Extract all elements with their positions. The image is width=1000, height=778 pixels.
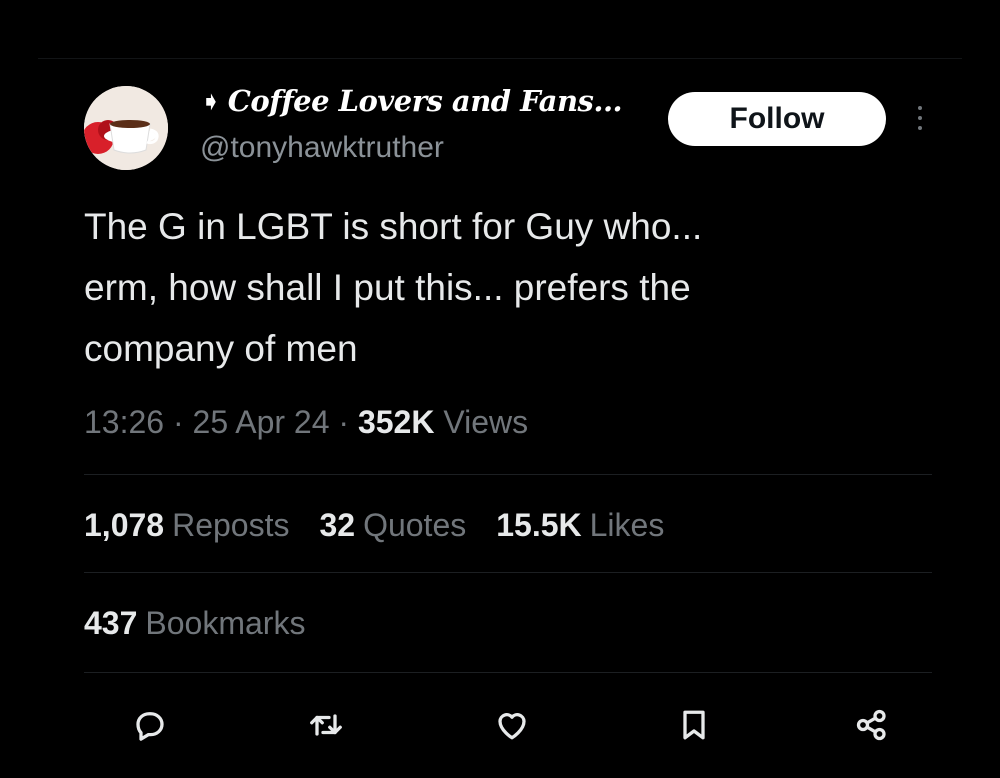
reply-icon[interactable] <box>128 703 172 747</box>
coffee-cup-icon <box>84 86 168 170</box>
avatar[interactable] <box>84 86 168 170</box>
views-count: 352K <box>357 404 435 440</box>
meta-separator: · <box>164 404 193 440</box>
tweet-text-line: company of men <box>84 328 358 369</box>
reposts-stat[interactable]: 1,078 Reposts <box>84 507 289 544</box>
engagement-stats: 1,078 Reposts 32 Quotes 15.5K Likes <box>84 507 694 544</box>
tag-arrow-icon: ➧ <box>200 86 222 116</box>
views-label: Views <box>443 404 529 440</box>
author-handle[interactable]: @tonyhawktruther <box>200 131 444 165</box>
bookmark-icon[interactable] <box>672 703 716 747</box>
divider <box>84 672 932 673</box>
divider <box>84 474 932 475</box>
quotes-label: Quotes <box>363 507 467 543</box>
tweet-time[interactable]: 13:26 <box>84 404 164 440</box>
repost-icon[interactable] <box>304 703 348 747</box>
meta-separator: · <box>329 404 358 440</box>
bookmarks-label: Bookmarks <box>145 605 306 641</box>
tweet-date[interactable]: 25 Apr 24 <box>193 404 330 440</box>
tweet-text-line: erm, how shall I put this... prefers the <box>84 267 691 308</box>
follow-button[interactable]: Follow <box>668 92 886 146</box>
tweet-meta: 13:26 · 25 Apr 24 · 352K Views <box>84 404 528 441</box>
top-divider <box>38 58 962 59</box>
bookmarks-count: 437 <box>84 605 138 641</box>
author-name-row[interactable]: ➧ Coffee Lovers and Fans... <box>200 84 623 118</box>
likes-stat[interactable]: 15.5K Likes <box>496 507 664 544</box>
more-options-icon[interactable] <box>910 100 930 140</box>
like-icon[interactable] <box>490 703 534 747</box>
tweet-text-line: The G in LGBT is short for Guy who... <box>84 206 703 247</box>
divider <box>84 572 932 573</box>
likes-label: Likes <box>589 507 665 543</box>
quotes-stat[interactable]: 32 Quotes <box>319 507 466 544</box>
reposts-label: Reposts <box>172 507 290 543</box>
author-display-name[interactable]: Coffee Lovers and Fans... <box>228 84 623 118</box>
share-icon[interactable] <box>850 703 894 747</box>
bookmarks-stat[interactable]: 437 Bookmarks <box>84 605 305 642</box>
quotes-count: 32 <box>319 507 356 543</box>
tweet-text: The G in LGBT is short for Guy who... er… <box>84 196 944 379</box>
likes-count: 15.5K <box>496 507 582 543</box>
reposts-count: 1,078 <box>84 507 165 543</box>
